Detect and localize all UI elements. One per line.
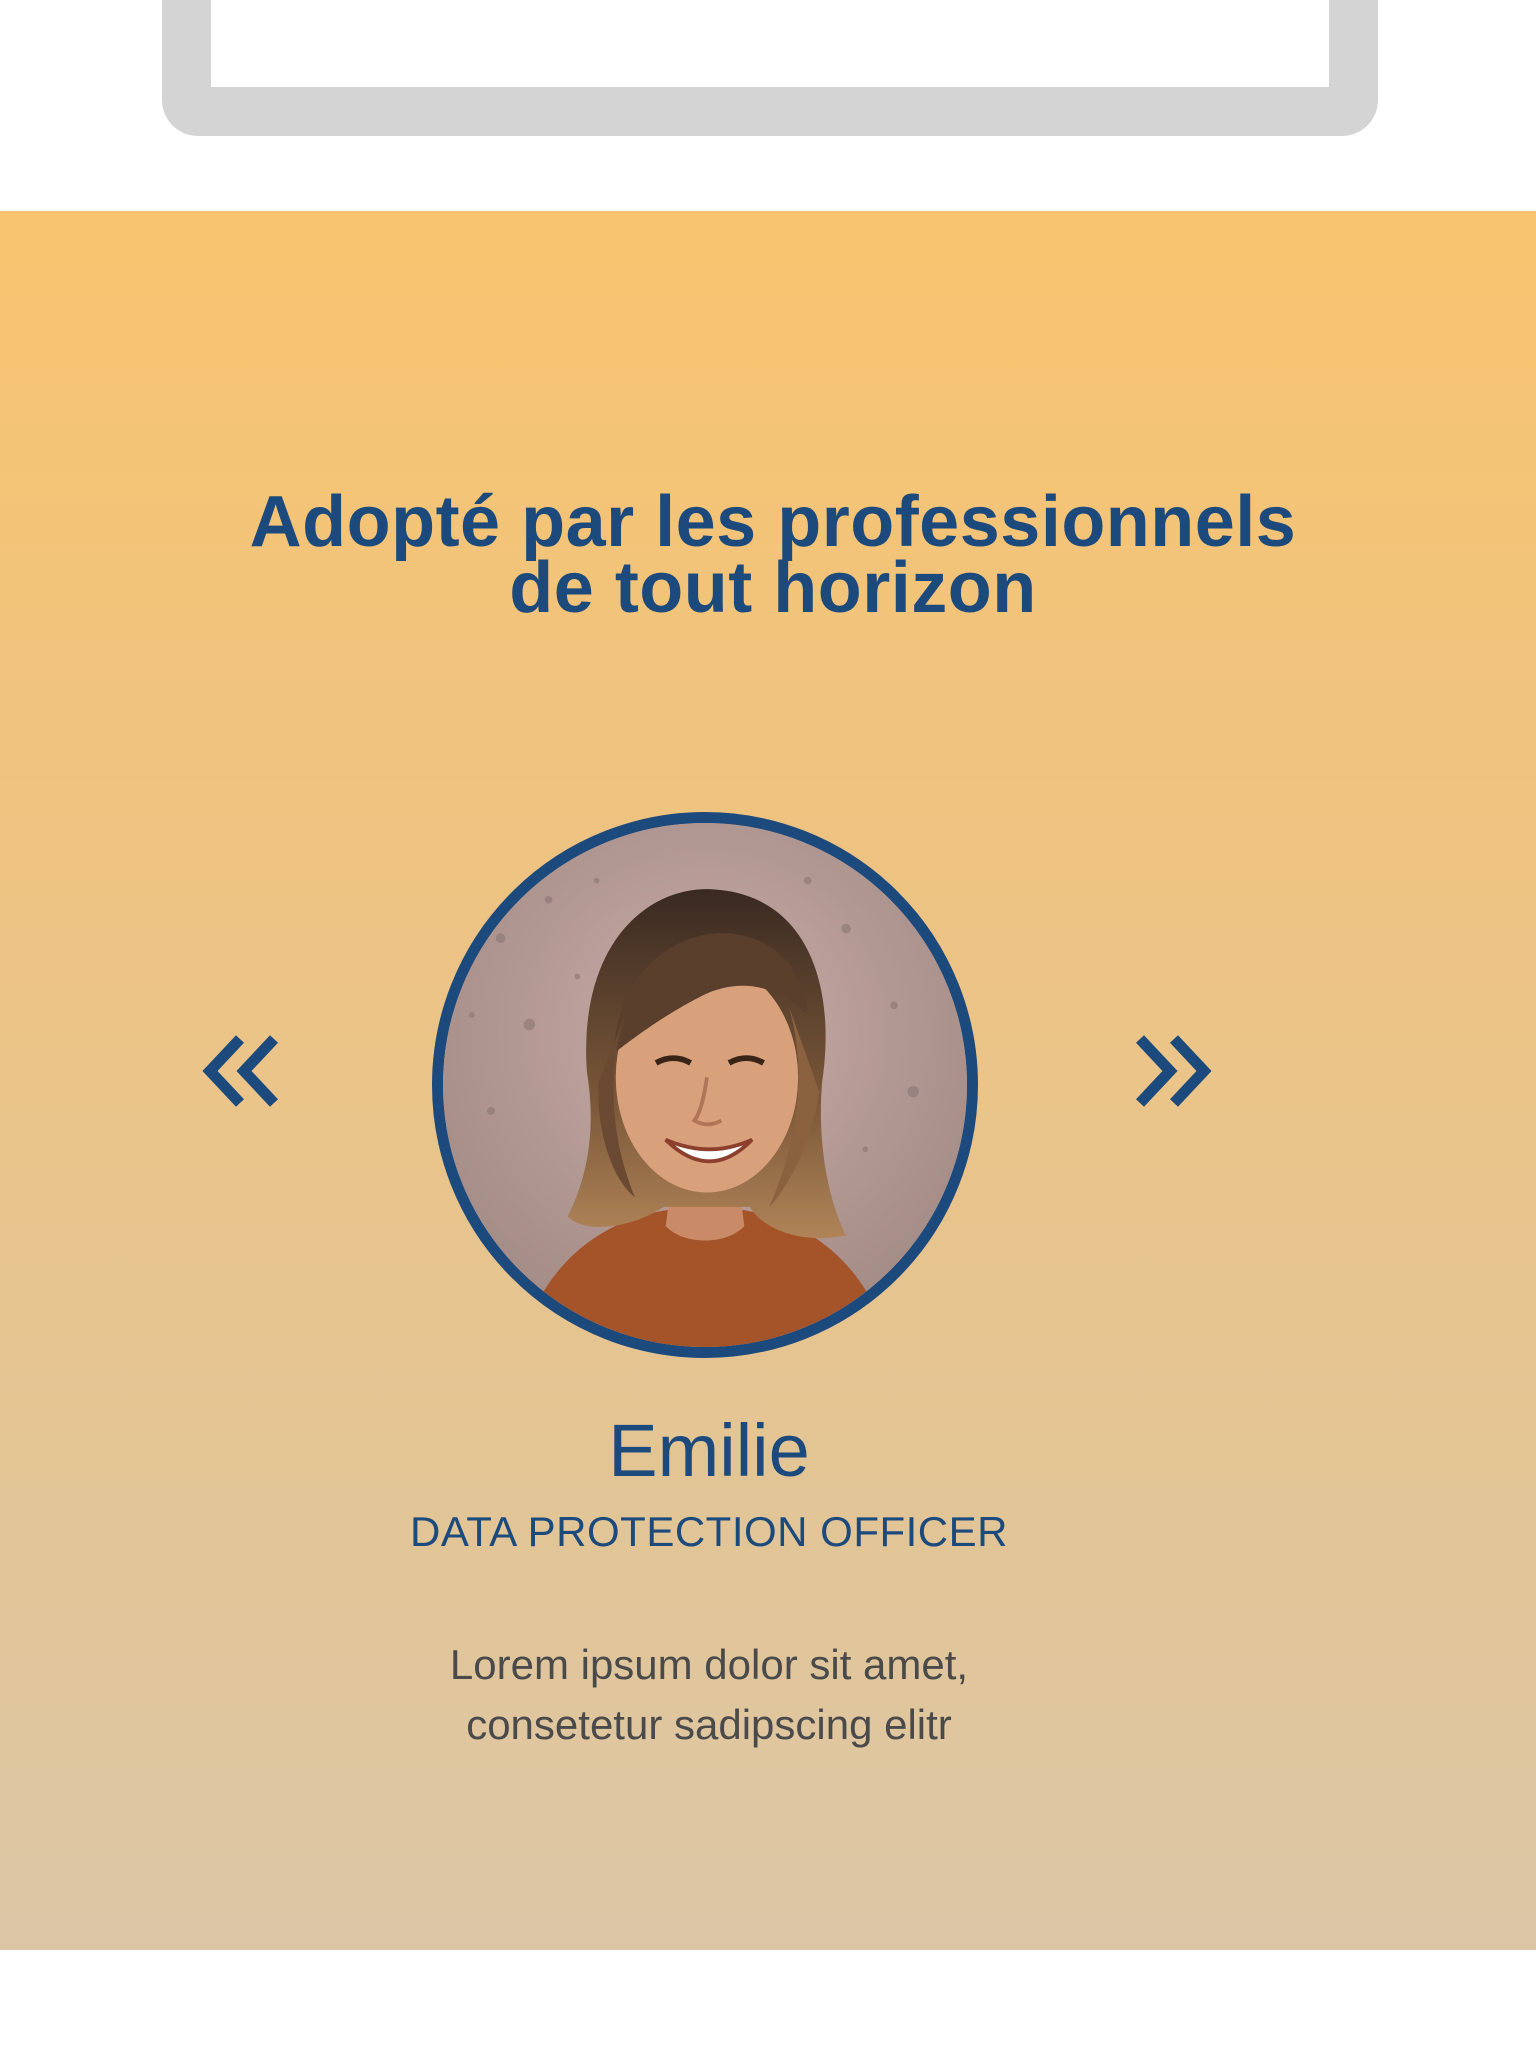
section-title: Adopté par les professionnels de tout ho… [0,482,1536,628]
section-title-line1: Adopté par les professionnels [249,482,1297,562]
testimonial-role: DATA PROTECTION OFFICER [410,1508,1008,1555]
device-frame [162,0,1378,136]
testimonial-quote: Lorem ipsum dolor sit amet, consetetur s… [0,1635,1418,1755]
avatar-portrait-image [443,823,967,1347]
section-title-line2: de tout horizon [509,548,1037,628]
testimonial-quote-line2: consetetur sadipscing elitr [466,1701,952,1748]
avatar [432,812,978,1358]
testimonial-quote-line1: Lorem ipsum dolor sit amet, [449,1641,969,1688]
carousel-prev-button[interactable] [192,1021,292,1121]
testimonial-name: Emilie [608,1409,810,1492]
double-chevron-left-icon [202,1035,279,1107]
carousel-next-button[interactable] [1122,1021,1222,1121]
testimonials-section: Adopté par les professionnels de tout ho… [0,211,1536,1950]
double-chevron-right-icon [1135,1035,1212,1107]
